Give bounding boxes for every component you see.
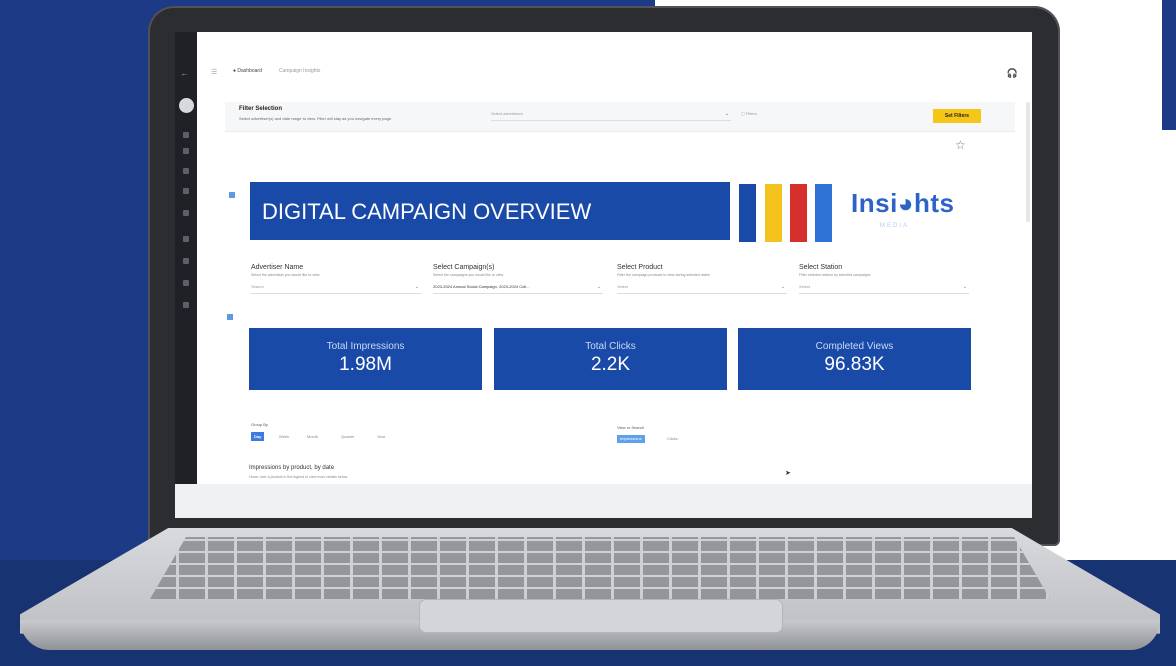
date-filter[interactable]: ▢ Filters [741,111,757,116]
back-arrow-icon[interactable]: ← [180,68,189,78]
select-label: Select Station [799,264,843,271]
logo-bar-red [790,184,807,242]
campaign-select[interactable]: Select Campaign(s) Select the campaigns … [433,264,603,294]
product-select[interactable]: Select Product Filter the campaign produ… [617,264,787,294]
chevron-down-icon: ⌄ [780,284,785,290]
select-help: Select the advertiser you would like to … [251,273,320,277]
select-value: Search [251,284,264,289]
filter-title: Filter Selection [239,106,283,112]
users-icon[interactable] [183,188,189,194]
keyboard-rows [150,537,1050,599]
kpi-value: 2.2K [590,354,631,375]
select-value: Select [799,284,811,289]
insights-logo: Insi◕hts [851,188,955,218]
chevron-down-icon: ⌄ [596,284,601,290]
advertiser-name-select[interactable]: Advertiser Name Select the advertiser yo… [251,264,421,294]
logo-bar-blue [739,184,756,242]
insights-logo-sub: MEDIA [880,223,910,229]
breadcrumb-current: Campaign Insights [279,68,321,74]
select-box[interactable]: Select ⌄ [617,284,787,294]
app-sidebar: ← [175,32,197,518]
group-by-label: Group By [251,422,268,427]
grid-icon[interactable] [183,210,189,216]
set-filters-button[interactable]: Set Filters [933,109,981,123]
select-box[interactable]: Search ⌄ [251,284,421,294]
section-subtitle: Hover over a product in the legend to vi… [249,475,348,479]
chevron-down-icon: ⌄ [414,284,419,290]
section-title: Impressions by product, by date [249,465,335,471]
avatar[interactable] [179,98,194,113]
home-icon[interactable] [183,132,189,138]
campaign-banner: DIGITAL CAMPAIGN OVERVIEW [250,182,730,240]
kpi-label: Total Impressions [326,341,405,352]
headset-icon[interactable]: 🎧 [1007,68,1018,79]
banner-title: DIGITAL CAMPAIGN OVERVIEW [262,199,592,224]
kpi-label: Total Clicks [585,341,636,352]
group-by-day[interactable]: Day [251,432,265,441]
view-by-impressions[interactable]: Impressions [617,435,645,443]
top-bar: ☰ ● Dashboard Campaign Insights 🎧 [197,32,1032,102]
chevron-down-icon: ⌄ [724,111,729,117]
select-box[interactable]: Select ⌄ [799,284,969,294]
laptop-screen: ← ☰ ● Dashboard Campaign Insights 🎧 Filt… [175,32,1032,518]
kpi-label: Completed Views [815,341,894,352]
filter-bar: Filter Selection Select advertiser(s) an… [225,102,1015,132]
chart-icon[interactable] [183,168,189,174]
laptop-trackpad [420,600,782,632]
select-help: Filter selected station by selected camp… [799,273,871,277]
kpi-total-clicks: Total Clicks 2.2K [494,328,727,390]
link-icon[interactable] [183,258,189,264]
view-by-label: View or Search [617,425,645,430]
logo-bar-lightblue [815,184,832,242]
kpi-value: 96.83K [824,354,885,375]
group-by-year[interactable]: Year [377,432,385,441]
select-help: Select the campaigns you would like to v… [433,273,504,277]
nav-icon[interactable] [183,148,189,154]
select-help: Filter the campaign products to view dur… [617,273,710,277]
group-by-week[interactable]: Week [279,432,289,441]
kpi-value: 1.98M [339,354,392,375]
star-icon[interactable]: ☆ [955,138,966,152]
background-edge [1162,0,1176,130]
advertiser-select[interactable]: Select advertisers ⌄ [491,111,731,121]
advertiser-select-placeholder: Select advertisers [491,111,523,116]
logo-bar-yellow [765,184,782,242]
select-value: Select [617,284,629,289]
station-select[interactable]: Select Station Filter selected station b… [799,264,969,294]
chevron-down-icon: ⌄ [962,284,967,290]
select-label: Advertiser Name [251,264,304,271]
section-marker [229,192,235,198]
help-icon[interactable] [183,302,189,308]
group-by-quarter[interactable]: Quarter [341,432,355,441]
settings-icon[interactable] [183,236,189,242]
kpi-completed-views: Completed Views 96.83K [738,328,971,390]
doc-icon[interactable] [183,280,189,286]
date-filter-label: Filters [745,111,757,116]
select-value: 2023-2024 Annual Social Campaign, 2023-2… [433,284,530,289]
screen-bottom-edge [175,484,1032,518]
select-label: Select Product [617,264,663,271]
group-by-month[interactable]: Month [307,432,318,441]
scrollbar[interactable] [1026,102,1030,222]
mouse-cursor-icon: ➤ [785,470,791,477]
kpi-total-impressions: Total Impressions 1.98M [249,328,482,390]
select-label: Select Campaign(s) [433,264,495,271]
view-by-clicks[interactable]: Clicks [667,435,678,443]
section-marker [227,314,233,320]
select-box[interactable]: 2023-2024 Annual Social Campaign, 2023-2… [433,284,603,294]
breadcrumb-home[interactable]: ● Dashboard [233,68,262,74]
menu-icon[interactable]: ☰ [211,68,217,76]
filter-subtitle: Select advertiser(s) and date range to v… [239,116,393,121]
